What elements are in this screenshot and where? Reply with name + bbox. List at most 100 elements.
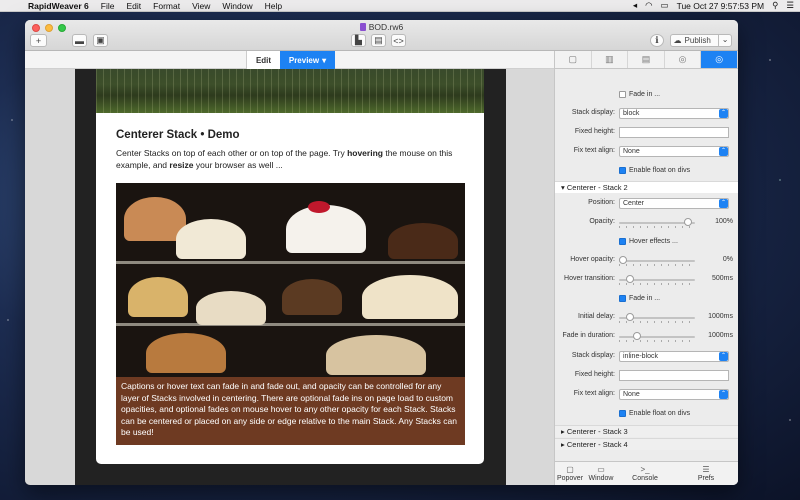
opacity-slider[interactable]: [619, 217, 695, 228]
initial-delay-row: Initial delay: 1000ms: [555, 310, 738, 324]
preview-gutter-right: [506, 69, 554, 485]
tab-preview-label: Preview: [288, 55, 320, 65]
spotlight-icon[interactable]: ⚲: [772, 0, 778, 11]
document-title-text: BOD.rw6: [368, 22, 404, 32]
hover-transition-slider[interactable]: [619, 274, 695, 285]
hover-opacity-row: Hover opacity: 0%: [555, 253, 738, 267]
fade-in-duration-slider[interactable]: [619, 331, 695, 342]
enable-float-row-2: Enable float on divs: [555, 406, 738, 420]
initial-delay-slider[interactable]: [619, 312, 695, 323]
window-button[interactable]: ▭ Window: [585, 462, 617, 485]
media-icon[interactable]: ▤: [371, 34, 386, 47]
enable-float-checkbox-2[interactable]: Enable float on divs: [619, 408, 690, 419]
theme-icon[interactable]: ▣: [93, 34, 108, 47]
fade-in-duration-value: 1000ms: [708, 332, 733, 339]
prefs-button[interactable]: ☰ Prefs: [673, 462, 738, 485]
section-stack-2[interactable]: ▾ Centerer - Stack 2: [555, 181, 738, 193]
volume-icon[interactable]: ◂: [633, 0, 637, 11]
tab-preview[interactable]: Preview ▾: [280, 51, 335, 69]
layout-icon[interactable]: ▥: [592, 51, 629, 68]
stack-settings-icon[interactable]: ◎: [701, 51, 738, 68]
fixed-height-field-2[interactable]: [619, 370, 729, 381]
document-icon: [359, 23, 366, 31]
stack-display-select-2[interactable]: inline-block: [619, 351, 729, 362]
console-icon: >_: [640, 465, 650, 474]
publish-button[interactable]: ☁ Publish ⌄: [670, 34, 732, 47]
fix-text-align-select-2[interactable]: None: [619, 389, 729, 400]
stack-display-row: Stack display: block: [555, 106, 738, 120]
enable-float-checkbox[interactable]: Enable float on divs: [619, 165, 690, 176]
fixed-height-label: Fixed height:: [574, 128, 615, 135]
slider-thumb[interactable]: [632, 332, 641, 340]
menu-file[interactable]: File: [95, 1, 121, 11]
battery-icon[interactable]: ▭: [661, 0, 669, 11]
section-stack-4[interactable]: ▸ Centerer - Stack 4: [555, 438, 738, 450]
code-icon[interactable]: <>: [391, 34, 406, 47]
publish-icon: ☁: [673, 36, 682, 45]
publish-menu-chevron-icon[interactable]: ⌄: [717, 35, 728, 46]
menu-app-name[interactable]: RapidWeaver 6: [22, 1, 95, 11]
archive-icon[interactable]: ▬: [72, 34, 87, 47]
slider-thumb[interactable]: [625, 313, 634, 321]
menu-view[interactable]: View: [186, 1, 216, 11]
menu-window[interactable]: Window: [216, 1, 258, 11]
slider-thumb[interactable]: [683, 218, 692, 226]
view-mode-tabs: Edit Preview ▾: [25, 51, 554, 69]
slider-thumb[interactable]: [625, 275, 634, 283]
photo-caption: Captions or hover text can fade in and f…: [116, 377, 465, 445]
stack-display-select[interactable]: block: [619, 108, 729, 119]
popover-icon: ▢: [566, 465, 574, 474]
position-label: Position:: [588, 199, 615, 206]
fix-text-align-row: Fix text align: None: [555, 144, 738, 158]
menu-clock[interactable]: Tue Oct 27 9:57:53 PM: [677, 1, 765, 11]
chevron-down-icon: ▾: [322, 55, 327, 65]
position-select[interactable]: Center: [619, 198, 729, 209]
opacity-value: 100%: [715, 218, 733, 225]
notification-center-icon[interactable]: ☰: [786, 0, 794, 11]
initial-delay-value: 1000ms: [708, 313, 733, 320]
hover-transition-label: Hover transition:: [564, 275, 615, 282]
target-icon[interactable]: ◎: [665, 51, 702, 68]
inspector-tabs: ▢ ▥ ▤ ◎ ◎: [555, 51, 738, 69]
fix-text-align-label: Fix text align:: [573, 147, 615, 154]
rapidweaver-window: BOD.rw6 + ▬ ▣ ▙ ▤ <> ℹ ☁ Publish ⌄ Edit …: [25, 20, 738, 485]
menu-edit[interactable]: Edit: [121, 1, 148, 11]
tab-edit[interactable]: Edit: [246, 51, 280, 69]
page-settings-icon[interactable]: ▢: [555, 51, 592, 68]
fade-in-checkbox[interactable]: Fade in ...: [619, 89, 660, 100]
fade-in-duration-label: Fade in duration:: [562, 332, 615, 339]
hover-opacity-label: Hover opacity:: [570, 256, 615, 263]
cake-display-photo[interactable]: [116, 183, 465, 377]
header-icon[interactable]: ▤: [628, 51, 665, 68]
fade-in-duration-row: Fade in duration: 1000ms: [555, 329, 738, 343]
popover-button[interactable]: ▢ Popover: [555, 462, 585, 485]
hover-opacity-slider[interactable]: [619, 255, 695, 266]
enable-float-row: Enable float on divs: [555, 163, 738, 177]
header-image: [96, 69, 484, 113]
fade-in-row-2: Fade in ...: [555, 291, 738, 305]
inspector-panel: ▢ ▥ ▤ ◎ ◎ Fade in ... Stack display: blo…: [554, 51, 738, 485]
menu-format[interactable]: Format: [147, 1, 186, 11]
opacity-row: Opacity: 100%: [555, 215, 738, 229]
fixed-height-label-2: Fixed height:: [574, 371, 615, 378]
publish-label: Publish: [684, 36, 711, 45]
console-button[interactable]: >_ Console: [617, 462, 673, 485]
add-page-button[interactable]: +: [30, 34, 47, 47]
section-stack-3[interactable]: ▸ Centerer - Stack 3: [555, 425, 738, 437]
opacity-label: Opacity:: [589, 218, 615, 225]
fix-text-align-select[interactable]: None: [619, 146, 729, 157]
page-info-icon[interactable]: ▙: [351, 34, 366, 47]
fade-in-row: Fade in ...: [555, 87, 738, 101]
menu-help[interactable]: Help: [259, 1, 288, 11]
hover-effects-checkbox[interactable]: Hover effects ...: [619, 236, 678, 247]
info-icon[interactable]: ℹ: [650, 34, 664, 47]
sliders-icon: ☰: [702, 465, 710, 474]
slider-thumb[interactable]: [619, 256, 627, 264]
fade-in-checkbox-2[interactable]: Fade in ...: [619, 293, 660, 304]
fixed-height-field[interactable]: [619, 127, 729, 138]
fixed-height-row: Fixed height:: [555, 125, 738, 139]
stack-display-row-2: Stack display: inline-block: [555, 349, 738, 363]
wifi-icon[interactable]: ◠: [645, 0, 652, 11]
menu-bar: RapidWeaver 6 File Edit Format View Wind…: [0, 0, 800, 12]
inspector-footer: ▢ Popover ▭ Window >_ Console ☰ Prefs: [555, 461, 738, 485]
